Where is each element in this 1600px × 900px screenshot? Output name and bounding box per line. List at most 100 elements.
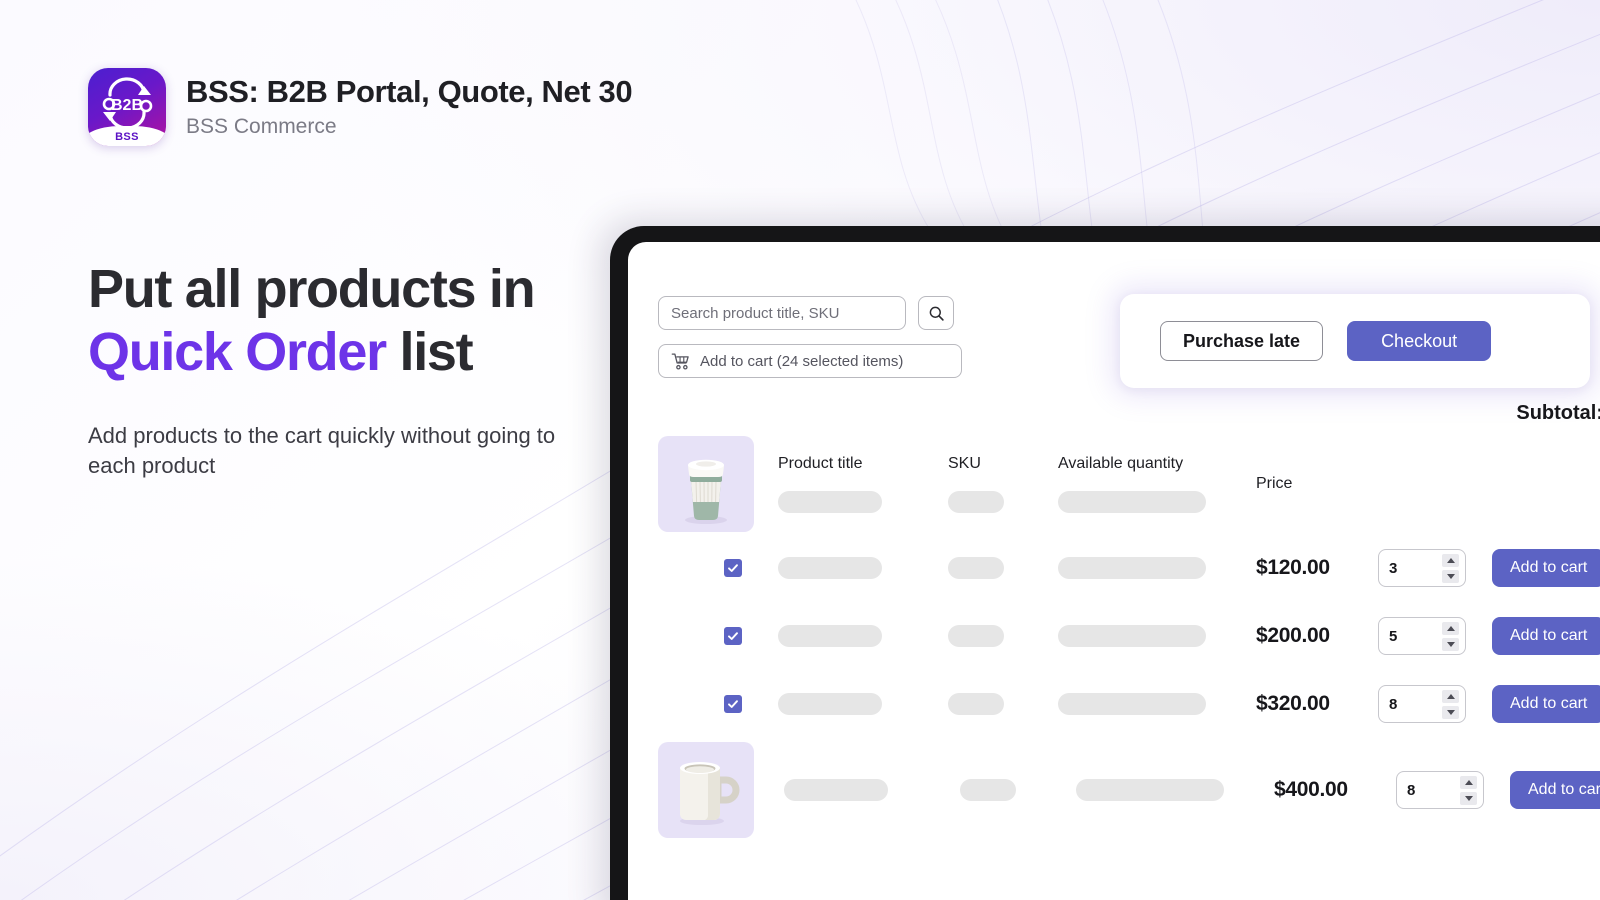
caret-down-icon (1446, 641, 1455, 647)
placeholder-bar (1076, 779, 1224, 801)
placeholder-bar (948, 557, 1004, 579)
row-checkbox[interactable] (724, 627, 742, 645)
price-value: $200.00 (1256, 624, 1330, 647)
placeholder-bar (778, 491, 882, 513)
available-quantity-cell (1058, 625, 1256, 647)
quantity-stepper[interactable]: 3 (1378, 549, 1466, 587)
price-cell: $120.00 (1256, 556, 1378, 580)
available-quantity-cell (1058, 693, 1256, 715)
app-title: BSS: B2B Portal, Quote, Net 30 (186, 73, 633, 109)
check-icon (728, 632, 738, 640)
brand-header: B2B BSS BSS: B2B Portal, Quote, Net 30 B… (88, 68, 648, 146)
search-button[interactable] (918, 296, 954, 330)
header-sku-cell: SKU (948, 455, 1058, 513)
sku-cell (960, 779, 1070, 801)
coffee-cup-icon (685, 459, 727, 524)
price-cell: $320.00 (1256, 692, 1378, 716)
stepper-increment-button[interactable] (1460, 775, 1477, 789)
svg-text:B2B: B2B (111, 97, 143, 114)
product-title-cell (784, 779, 954, 801)
stepper-decrement-button[interactable] (1442, 705, 1459, 719)
checkout-action-panel: Purchase late Checkout (1120, 294, 1590, 388)
quick-order-toolbar: Add to cart (24 selected items) (658, 296, 962, 378)
price-value: $400.00 (1274, 778, 1348, 801)
table-row: $400.00 8 Add to cart (658, 738, 1600, 842)
stepper-decrement-button[interactable] (1442, 637, 1459, 651)
add-to-cart-button[interactable]: Add to cart (1492, 549, 1600, 587)
add-to-cart-button[interactable]: Add to cart (1492, 685, 1600, 723)
checkout-button[interactable]: Checkout (1347, 321, 1492, 361)
check-icon (728, 700, 738, 708)
stepper-increment-button[interactable] (1442, 689, 1459, 703)
price-value: $120.00 (1256, 556, 1330, 579)
header-price-cell: Price (1256, 475, 1378, 493)
mug-icon (680, 762, 740, 825)
row-select-cell (658, 627, 778, 645)
search-icon (929, 306, 944, 321)
row-checkbox[interactable] (724, 559, 742, 577)
product-thumbnail-cell (658, 742, 778, 838)
search-row (658, 296, 962, 330)
available-quantity-cell (1058, 557, 1256, 579)
quantity-stepper-cell: 8 (1378, 685, 1492, 723)
page-subtitle: Add products to the cart quickly without… (88, 423, 556, 478)
stepper-arrows (1442, 689, 1459, 719)
caret-down-icon (1446, 573, 1455, 579)
add-to-cart-cell: Add to cart (1510, 771, 1600, 809)
headline-accent: Quick Order (88, 321, 387, 382)
page-title: Put all products in Quick Order list (88, 258, 648, 383)
quantity-stepper-cell: 8 (1396, 771, 1510, 809)
placeholder-bar (1058, 625, 1206, 647)
add-to-cart-cell: Add to cart (1492, 549, 1600, 587)
row-checkbox[interactable] (724, 695, 742, 713)
quantity-value: 5 (1389, 627, 1398, 645)
add-to-cart-button[interactable]: Add to cart (1510, 771, 1600, 809)
sku-cell (948, 693, 1058, 715)
table-row: $120.00 3 Add to cart (658, 534, 1600, 602)
stepper-increment-button[interactable] (1442, 621, 1459, 635)
header-price: Price (1256, 475, 1293, 492)
header-sku: SKU (948, 455, 981, 472)
stepper-increment-button[interactable] (1442, 553, 1459, 567)
header-available-quantity-cell: Available quantity (1058, 455, 1256, 513)
app-screen: Add to cart (24 selected items) Purchase… (628, 242, 1600, 900)
purchase-later-button[interactable]: Purchase late (1160, 321, 1324, 361)
ceramic-mug-thumbnail (658, 742, 754, 838)
placeholder-bar (1058, 491, 1206, 513)
placeholder-bar (960, 779, 1016, 801)
stepper-decrement-button[interactable] (1460, 791, 1477, 805)
stepper-arrows (1460, 775, 1477, 805)
quantity-value: 8 (1407, 781, 1416, 799)
header-product-title: Product title (778, 455, 863, 472)
product-title-cell (778, 557, 948, 579)
placeholder-bar (778, 693, 882, 715)
quantity-stepper[interactable]: 8 (1378, 685, 1466, 723)
add-to-cart-button[interactable]: Add to cart (1492, 617, 1600, 655)
quantity-value: 3 (1389, 559, 1398, 577)
quantity-stepper[interactable]: 5 (1378, 617, 1466, 655)
app-vendor: BSS Commerce (186, 115, 337, 139)
product-title-cell (778, 625, 948, 647)
app-logo-icon: B2B BSS (88, 68, 166, 146)
check-icon (728, 564, 738, 572)
quantity-stepper[interactable]: 8 (1396, 771, 1484, 809)
stepper-decrement-button[interactable] (1442, 569, 1459, 583)
header-product-title-cell: Product title (778, 455, 948, 513)
placeholder-bar (1058, 693, 1206, 715)
sku-cell (948, 625, 1058, 647)
caret-up-icon (1464, 779, 1473, 785)
search-input[interactable] (658, 296, 906, 330)
bulk-add-to-cart-button[interactable]: Add to cart (24 selected items) (658, 344, 962, 378)
row-select-cell (658, 695, 778, 713)
table-header-row: Product title SKU Available quantity Pri… (658, 434, 1600, 534)
headline-line1: Put all products in (88, 259, 536, 319)
placeholder-bar (1058, 557, 1206, 579)
bulk-add-to-cart-label: Add to cart (24 selected items) (700, 352, 904, 370)
product-thumbnail-cell (658, 436, 778, 532)
placeholder-bar (948, 625, 1004, 647)
header-available-quantity: Available quantity (1058, 455, 1184, 472)
hero-section: B2B BSS BSS: B2B Portal, Quote, Net 30 B… (88, 68, 648, 480)
available-quantity-cell (1076, 779, 1274, 801)
brand-text-block: BSS: B2B Portal, Quote, Net 30 BSS Comme… (186, 73, 633, 140)
caret-up-icon (1446, 693, 1455, 699)
